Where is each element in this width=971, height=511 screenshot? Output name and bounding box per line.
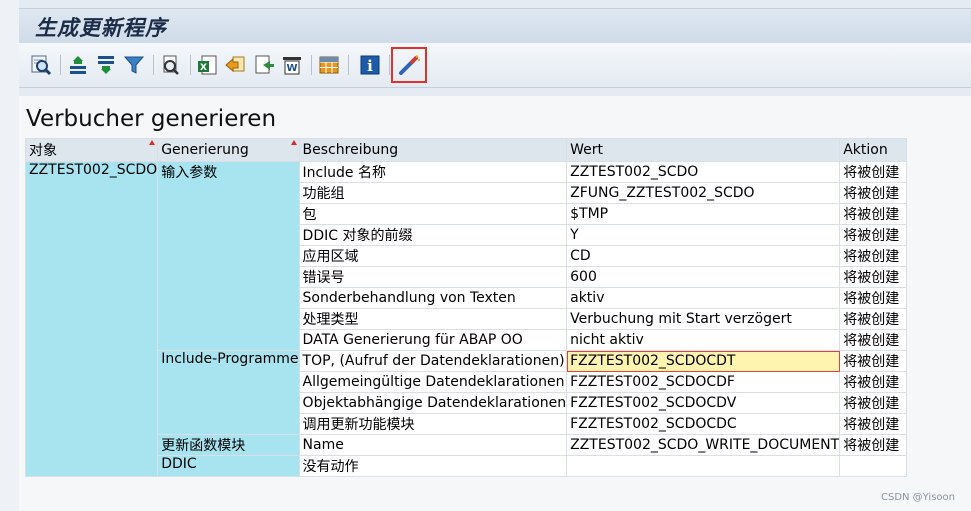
- action-cell[interactable]: 将被创建: [839, 245, 908, 267]
- export-icon[interactable]: [224, 53, 248, 77]
- column-header-object[interactable]: 对象: [24, 138, 159, 162]
- description-cell[interactable]: 调用更新功能模块: [298, 413, 568, 435]
- value-cell[interactable]: Y: [566, 224, 841, 246]
- action-cell[interactable]: 将被创建: [839, 161, 908, 183]
- info-icon[interactable]: i: [358, 53, 382, 77]
- group-cell-input-params[interactable]: 输入参数: [157, 161, 300, 351]
- value-cell[interactable]: nicht aktiv: [566, 329, 841, 351]
- description-cell[interactable]: DDIC 对象的前缀: [298, 224, 568, 246]
- value-cell[interactable]: 600: [566, 266, 841, 288]
- description-cell[interactable]: 应用区域: [298, 245, 568, 267]
- table-row: DDIC 没有动作: [26, 455, 908, 477]
- value-cell[interactable]: Verbuchung mit Start verzögert: [566, 308, 841, 330]
- toolbar-separator: [311, 55, 312, 75]
- description-cell[interactable]: 没有动作: [298, 455, 568, 477]
- action-cell[interactable]: 将被创建: [839, 329, 908, 351]
- object-cell[interactable]: ZZTEST002_SCDO: [24, 161, 159, 477]
- action-cell[interactable]: 将被创建: [839, 371, 908, 393]
- group-cell-include-programs[interactable]: Include-Programme: [157, 350, 300, 435]
- action-cell[interactable]: 将被创建: [839, 266, 908, 288]
- action-cell[interactable]: 将被创建: [839, 203, 908, 225]
- layout-icon[interactable]: [317, 53, 341, 77]
- svg-text:i: i: [367, 57, 373, 75]
- toolbar-separator: [60, 55, 61, 75]
- description-cell[interactable]: 包: [298, 203, 568, 225]
- value-cell-selected[interactable]: FZZTEST002_SCDOCDT: [566, 350, 841, 372]
- main-content: Verbucher generieren 对象 Generierung Besc…: [19, 96, 971, 511]
- action-cell[interactable]: 将被创建: [839, 392, 908, 414]
- description-cell[interactable]: Name: [298, 434, 568, 456]
- action-cell[interactable]: 将被创建: [839, 182, 908, 204]
- page-title: Verbucher generieren: [26, 106, 277, 132]
- value-cell[interactable]: ZZTEST002_SCDO: [566, 161, 841, 183]
- toolbar-separator: [389, 55, 390, 75]
- description-cell[interactable]: Include 名称: [298, 161, 568, 183]
- column-header-value[interactable]: Wert: [566, 138, 841, 162]
- app-title: 生成更新程序: [35, 15, 167, 40]
- value-cell[interactable]: ZFUNG_ZZTEST002_SCDO: [566, 182, 841, 204]
- word-processing-icon[interactable]: W: [280, 53, 304, 77]
- table-row: ZZTEST002_SCDO 输入参数 Include 名称 ZZTEST002…: [24, 161, 908, 477]
- action-cell[interactable]: 将被创建: [839, 308, 908, 330]
- svg-text:W: W: [286, 63, 297, 74]
- value-cell[interactable]: aktiv: [566, 287, 841, 309]
- group-cell-ddic[interactable]: DDIC: [157, 455, 300, 477]
- value-cell[interactable]: ZZTEST002_SCDO_WRITE_DOCUMENT: [566, 434, 841, 456]
- table-row: 更新函数模块 Name ZZTEST002_SCDO_WRITE_DOCUMEN…: [26, 434, 908, 456]
- value-cell[interactable]: CD: [566, 245, 841, 267]
- sort-descending-icon[interactable]: [94, 53, 118, 77]
- table-row: Include-Programme TOP, (Aufruf der Daten…: [26, 350, 908, 435]
- column-header-generation[interactable]: Generierung: [157, 138, 300, 162]
- svg-text:X: X: [200, 63, 207, 73]
- description-cell[interactable]: DATA Generierung für ABAP OO: [298, 329, 568, 351]
- group-cell-update-function-module[interactable]: 更新函数模块: [157, 434, 300, 456]
- description-cell[interactable]: Sonderbehandlung von Texten: [298, 287, 568, 309]
- action-cell[interactable]: 将被创建: [839, 434, 908, 456]
- action-cell[interactable]: 将被创建: [839, 350, 908, 372]
- description-cell[interactable]: TOP, (Aufruf der Datendeklarationen): [298, 350, 568, 372]
- action-cell[interactable]: [839, 455, 908, 477]
- action-cell[interactable]: 将被创建: [839, 413, 908, 435]
- action-cell[interactable]: 将被创建: [839, 287, 908, 309]
- generate-icon[interactable]: [391, 47, 427, 83]
- column-header-description[interactable]: Beschreibung: [298, 138, 568, 162]
- result-table: 对象 Generierung Beschreibung Wert Aktion …: [24, 138, 908, 477]
- description-cell[interactable]: 功能组: [298, 182, 568, 204]
- export-excel-icon[interactable]: X: [196, 53, 220, 77]
- value-cell[interactable]: FZZTEST002_SCDOCDF: [566, 371, 841, 393]
- print-preview-icon[interactable]: [159, 53, 183, 77]
- left-frame: [0, 0, 19, 511]
- filter-icon[interactable]: [122, 53, 146, 77]
- action-cell[interactable]: 将被创建: [839, 224, 908, 246]
- watermark: CSDN @Yisoon: [880, 492, 955, 503]
- toolbar-separator: [190, 55, 191, 75]
- application-toolbar: X W i: [19, 43, 971, 88]
- table-header: 对象 Generierung Beschreibung Wert Aktion: [24, 138, 908, 162]
- title-bar: 生成更新程序: [19, 8, 971, 44]
- value-cell[interactable]: FZZTEST002_SCDOCDC: [566, 413, 841, 435]
- value-cell[interactable]: FZZTEST002_SCDOCDV: [566, 392, 841, 414]
- value-cell[interactable]: [566, 455, 841, 477]
- sort-ascending-icon[interactable]: [66, 53, 90, 77]
- description-cell[interactable]: 处理类型: [298, 308, 568, 330]
- sort-indicator-icon: [149, 140, 156, 145]
- toolbar-separator: [348, 55, 349, 75]
- local-file-icon[interactable]: [252, 53, 276, 77]
- toolbar-separator: [153, 55, 154, 75]
- description-cell[interactable]: Objektabhängige Datendeklarationen: [298, 392, 568, 414]
- sort-indicator-icon: [290, 140, 297, 145]
- description-cell[interactable]: Allgemeingültige Datendeklarationen: [298, 371, 568, 393]
- find-icon[interactable]: [29, 53, 53, 77]
- column-header-action[interactable]: Aktion: [839, 138, 908, 162]
- value-cell[interactable]: $TMP: [566, 203, 841, 225]
- description-cell[interactable]: 错误号: [298, 266, 568, 288]
